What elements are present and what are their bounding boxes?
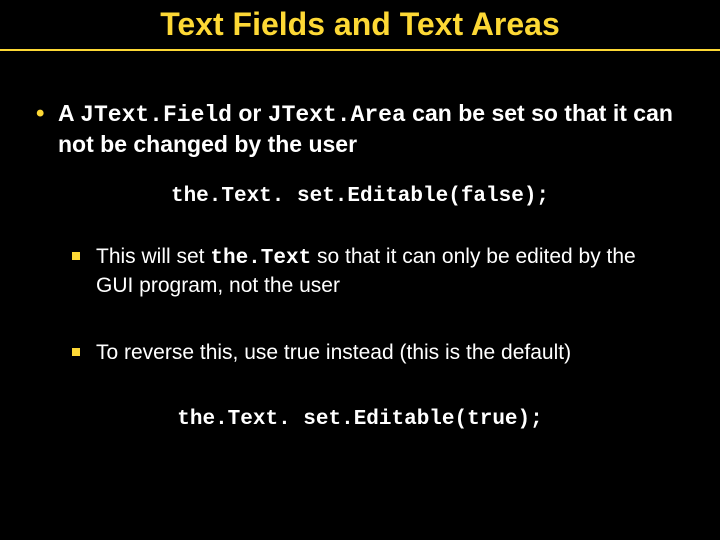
text: This will set [96, 245, 210, 268]
bullet-main: A JText.Field or JText.Area can be set s… [30, 99, 690, 160]
sub-bullet-1: This will set the.Text so that it can on… [30, 243, 660, 300]
code-seteditable-true: the.Text. set.Editable(true); [30, 407, 690, 434]
code-thetext: the.Text [210, 247, 311, 270]
slide: { "title": "Text Fields and Text Areas",… [0, 0, 720, 540]
slide-title: Text Fields and Text Areas [0, 0, 720, 43]
code-seteditable-false: the.Text. set.Editable(false); [30, 184, 690, 211]
text: or [232, 100, 268, 126]
text: A [58, 100, 80, 126]
sub-bullet-2: To reverse this, use true instead (this … [30, 339, 660, 366]
code-jtextfield: JText.Field [80, 102, 232, 128]
code-jtextarea: JText.Area [268, 102, 406, 128]
slide-body: A JText.Field or JText.Area can be set s… [0, 51, 720, 434]
